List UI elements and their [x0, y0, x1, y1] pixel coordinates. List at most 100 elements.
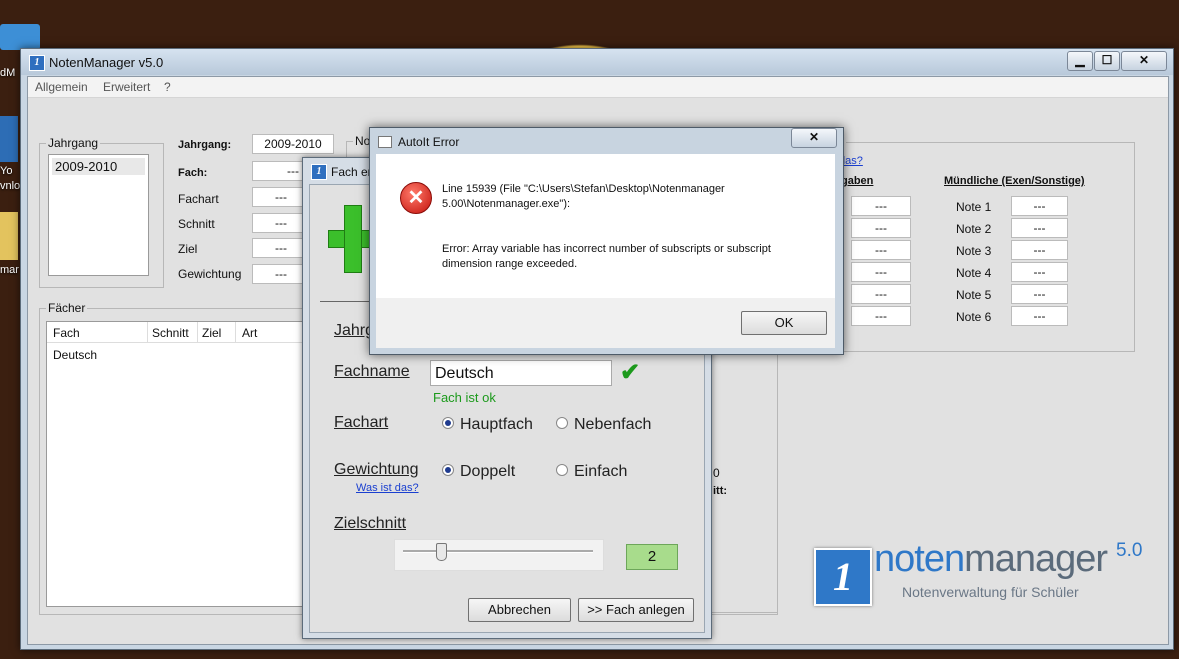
- menu-erweitert[interactable]: Erweitert: [103, 80, 150, 94]
- schriftlich-note-field[interactable]: ---: [851, 306, 911, 326]
- muendlich-note-field[interactable]: ---: [1011, 306, 1068, 326]
- muendlich-note-label: Note 1: [956, 200, 992, 214]
- column-divider: [197, 322, 198, 342]
- radio-nebenfach[interactable]: Nebenfach: [556, 416, 651, 434]
- create-fach-button[interactable]: >> Fach anlegen: [578, 598, 694, 622]
- column-header-ziel[interactable]: Ziel: [202, 326, 221, 340]
- desktop-icon-label: mar: [0, 264, 19, 276]
- menu-bar: Allgemein Erweitert ?: [28, 77, 1168, 98]
- maximize-button[interactable]: ☐: [1094, 51, 1120, 71]
- error-window-icon: [378, 136, 392, 148]
- jahrgang-group: Jahrgang 2009-2010: [39, 136, 164, 288]
- desktop-shortcut-icon[interactable]: [0, 116, 18, 162]
- fach-dialog-title[interactable]: Fach er: [331, 165, 372, 179]
- column-divider: [147, 322, 148, 342]
- muendlich-note-label: Note 6: [956, 310, 992, 324]
- zielschnitt-value: 2: [626, 544, 678, 570]
- radio-hauptfach[interactable]: Hauptfach: [442, 416, 533, 434]
- folder-icon[interactable]: [0, 212, 18, 260]
- slider-thumb[interactable]: [436, 543, 447, 561]
- zielschnitt-slider[interactable]: [394, 539, 604, 571]
- noten-partial-value: 0: [713, 466, 720, 480]
- error-line-2: 5.00\Notenmanager.exe"):: [442, 198, 571, 210]
- radio-einfach-label: Einfach: [574, 463, 628, 480]
- schriftlich-note-field[interactable]: ---: [851, 196, 911, 216]
- radio-doppelt[interactable]: Doppelt: [442, 463, 515, 481]
- menu-help[interactable]: ?: [164, 80, 171, 94]
- app-icon: 1: [29, 55, 45, 71]
- desktop-icon-label: vnlo: [0, 180, 21, 192]
- muendlich-note-field[interactable]: ---: [1011, 196, 1068, 216]
- column-header-fach[interactable]: Fach: [53, 326, 80, 340]
- fachname-label: Fachname: [334, 363, 410, 380]
- noten-partial-label: itt:: [713, 485, 728, 497]
- logo-wordmark: notenmanager: [874, 538, 1108, 581]
- error-button-bar: OK: [376, 298, 835, 348]
- ziel-label: Ziel: [178, 242, 198, 256]
- radio-hauptfach-circle[interactable]: [442, 416, 454, 429]
- column-header-art[interactable]: Art: [242, 326, 257, 340]
- muendlich-note-field[interactable]: ---: [1011, 218, 1068, 238]
- zielschnitt-label: Zielschnitt: [334, 515, 407, 532]
- column-header-schnitt[interactable]: Schnitt: [152, 326, 189, 340]
- dialog-app-icon: 1: [311, 164, 327, 180]
- radio-doppelt-label: Doppelt: [460, 463, 516, 480]
- logo-version: 5.0: [1116, 540, 1143, 561]
- fachart-dialog-label: Fachart: [334, 414, 389, 431]
- logo-name-b: manager: [964, 538, 1108, 580]
- jahrgang-group-title: Jahrgang: [46, 136, 101, 150]
- jahrgang-list-item[interactable]: 2009-2010: [52, 158, 145, 175]
- desktop-shortcut-icon[interactable]: [0, 24, 40, 50]
- schriftlich-note-field[interactable]: ---: [851, 262, 911, 282]
- close-button[interactable]: ✕: [1121, 51, 1167, 71]
- muendlich-note-label: Note 3: [956, 244, 992, 258]
- muendlich-note-label: Note 5: [956, 288, 992, 302]
- radio-nebenfach-label: Nebenfach: [574, 416, 652, 433]
- schriftlich-header: gaben: [841, 175, 874, 187]
- schnitt-group: chnitt das? gaben Mündliche (Exen/Sonsti…: [798, 135, 1135, 352]
- error-line-3: Error: Array variable has incorrect numb…: [442, 243, 771, 255]
- error-dialog-title[interactable]: AutoIt Error: [398, 135, 459, 149]
- fach-status: Fach ist ok: [433, 390, 496, 405]
- slider-track: [403, 550, 593, 553]
- muendlich-note-label: Note 2: [956, 222, 992, 236]
- jahrgang-list[interactable]: 2009-2010: [48, 154, 149, 276]
- logo-name-a: noten: [874, 538, 965, 580]
- fach-label: Fach:: [178, 167, 208, 179]
- main-titlebar[interactable]: 1 NotenManager v5.0 ▁ ☐ ✕: [21, 49, 1173, 75]
- muendlich-note-field[interactable]: ---: [1011, 262, 1068, 282]
- radio-einfach[interactable]: Einfach: [556, 463, 627, 481]
- cancel-button[interactable]: Abbrechen: [468, 598, 571, 622]
- radio-nebenfach-circle[interactable]: [556, 416, 568, 429]
- error-close-button[interactable]: ✕: [791, 128, 837, 148]
- column-divider: [235, 322, 236, 342]
- add-plus-icon-vertical: [344, 205, 362, 273]
- gewichtung-help-link[interactable]: Was ist das?: [356, 482, 419, 494]
- schriftlich-note-field[interactable]: ---: [851, 218, 911, 238]
- radio-einfach-circle[interactable]: [556, 463, 568, 476]
- logo-tagline: Notenverwaltung für Schüler: [902, 584, 1079, 600]
- jahrgang-label: Jahrgang:: [178, 139, 232, 151]
- desktop-icon-label: dM: [0, 67, 16, 79]
- gewichtung-label: Gewichtung: [178, 267, 242, 281]
- schriftlich-note-field[interactable]: ---: [851, 240, 911, 260]
- menu-allgemein[interactable]: Allgemein: [35, 80, 88, 94]
- error-icon: ✕: [400, 182, 432, 214]
- faecher-list-header: Fach Schnitt Ziel Art: [47, 322, 313, 343]
- window-title: NotenManager v5.0: [49, 55, 164, 70]
- minimize-button[interactable]: ▁: [1067, 51, 1093, 71]
- ok-button[interactable]: OK: [741, 311, 827, 335]
- muendlich-note-field[interactable]: ---: [1011, 284, 1068, 304]
- fachname-input[interactable]: Deutsch: [430, 360, 612, 386]
- muendlich-note-field[interactable]: ---: [1011, 240, 1068, 260]
- faecher-list[interactable]: Fach Schnitt Ziel Art Deutsch: [46, 321, 314, 607]
- desktop-icon-label: Yo: [0, 165, 13, 177]
- schnitt-label: Schnitt: [178, 217, 215, 231]
- schriftlich-note-field[interactable]: ---: [851, 284, 911, 304]
- radio-doppelt-circle[interactable]: [442, 463, 454, 476]
- autoit-error-dialog: AutoIt Error ✕ ✕ Line 15939 (File "C:\Us…: [369, 127, 844, 355]
- notenmanager-logo-icon: 1: [814, 548, 872, 606]
- table-row[interactable]: Deutsch: [53, 348, 97, 362]
- error-line-1: Line 15939 (File "C:\Users\Stefan\Deskto…: [442, 183, 725, 195]
- muendlich-note-label: Note 4: [956, 266, 992, 280]
